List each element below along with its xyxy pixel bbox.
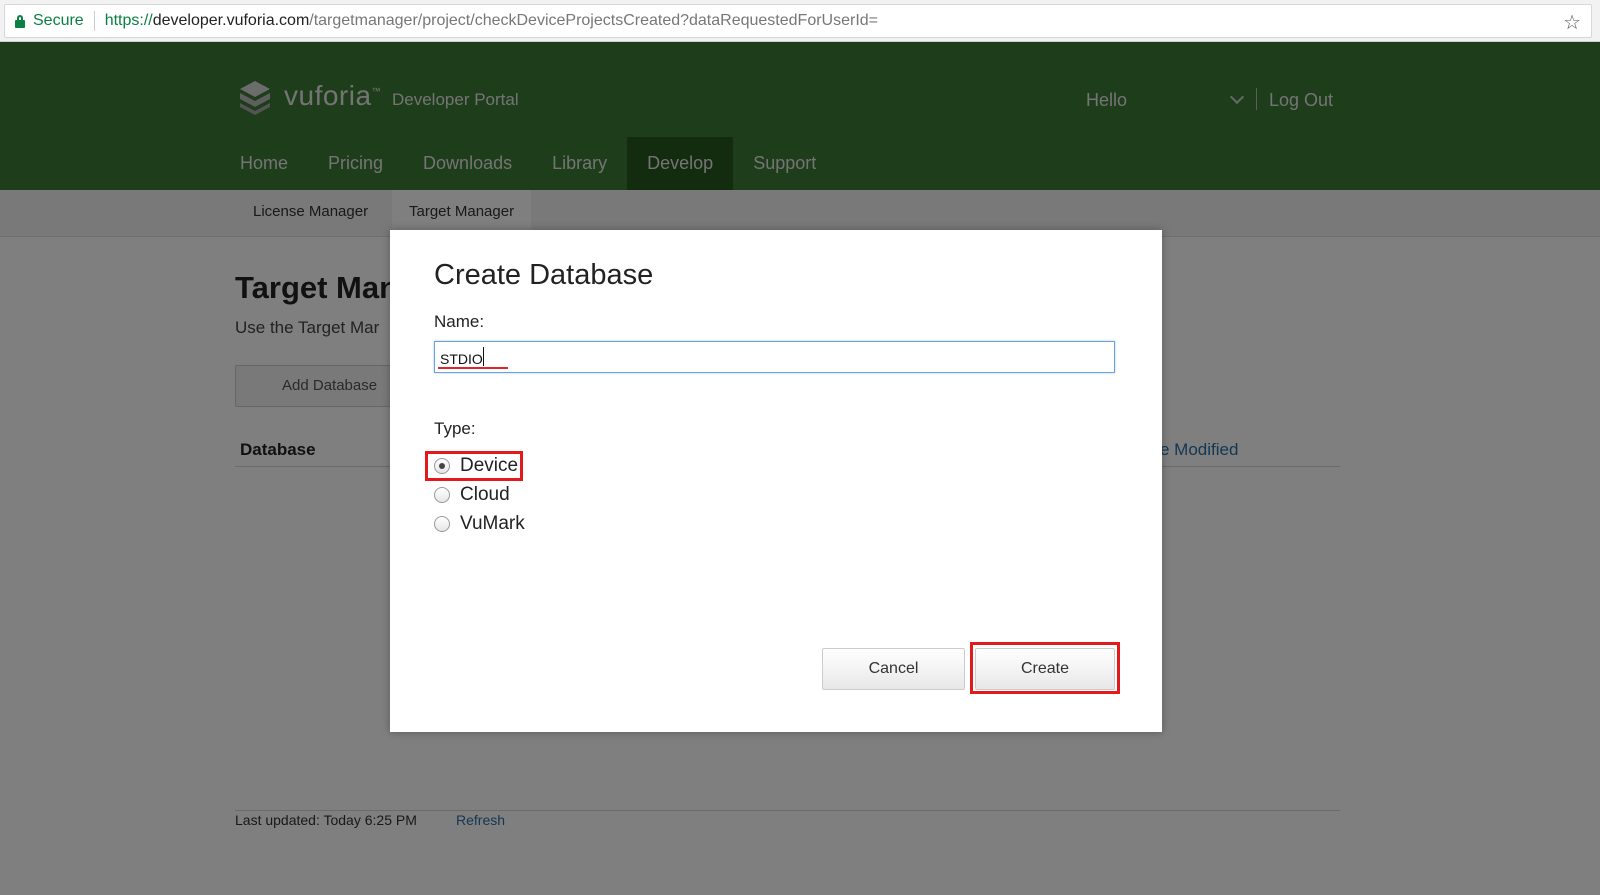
radio-label-cloud[interactable]: Cloud [460,484,510,506]
url-scheme: https:// [104,12,153,29]
create-highlight-box [970,642,1120,694]
type-label: Type: [434,419,476,438]
cancel-button[interactable]: Cancel [822,648,965,690]
name-label: Name: [434,312,485,331]
address-separator [93,11,95,31]
secure-label: Secure [33,12,84,29]
radio-vumark[interactable] [434,516,450,532]
name-annotation-underline [438,367,508,369]
device-highlight-box [425,451,523,481]
text-caret [483,347,484,366]
dialog-title: Create Database [434,259,654,291]
radio-cloud[interactable] [434,487,450,503]
type-option-cloud[interactable]: Cloud [434,483,510,507]
type-option-vumark[interactable]: VuMark [434,512,525,536]
url-path: /targetmanager/project/checkDeviceProjec… [309,12,879,29]
url-field[interactable]: Secure https://developer.vuforia.com/tar… [4,4,1592,38]
browser-address-bar: Secure https://developer.vuforia.com/tar… [0,0,1600,42]
bookmark-star-icon[interactable]: ☆ [1563,10,1581,35]
url-host: developer.vuforia.com [152,12,310,29]
lock-icon [15,14,25,28]
database-name-input[interactable] [434,341,1115,373]
radio-label-vumark[interactable]: VuMark [460,513,525,535]
create-database-dialog: Create Database Name: Type: Device Cloud… [390,230,1162,732]
